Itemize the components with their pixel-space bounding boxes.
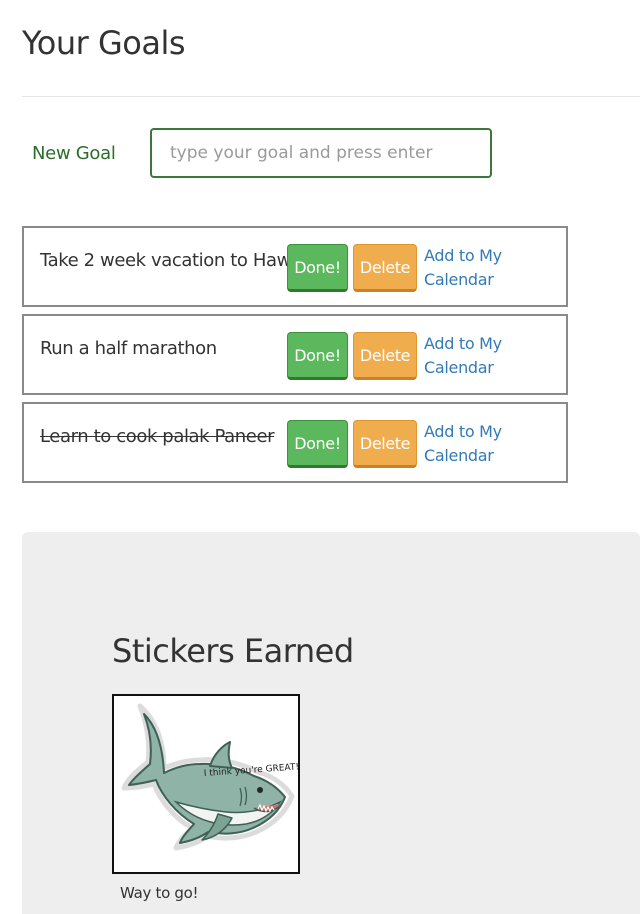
delete-button[interactable]: Delete	[353, 332, 417, 380]
shark-sticker-icon: I think you're GREAT!!	[121, 703, 303, 851]
new-goal-input[interactable]	[150, 128, 492, 178]
stickers-title: Stickers Earned	[112, 632, 354, 670]
goal-row: Learn to cook palak Paneer Done! Delete …	[22, 402, 568, 483]
page-title: Your Goals	[22, 24, 186, 62]
add-to-calendar-link[interactable]: Add to My Calendar	[424, 244, 514, 292]
done-button[interactable]: Done!	[287, 332, 348, 380]
goal-row: Take 2 week vacation to Hawaii Done! Del…	[22, 226, 568, 307]
done-button[interactable]: Done!	[287, 420, 348, 468]
goal-text: Run a half marathon	[40, 338, 217, 359]
sticker-frame: I think you're GREAT!!	[112, 694, 303, 874]
new-goal-label: New Goal	[32, 143, 116, 164]
goal-text: Take 2 week vacation to Hawaii	[40, 250, 311, 271]
title-divider	[22, 96, 640, 97]
delete-button[interactable]: Delete	[353, 244, 417, 292]
sticker-caption: Way to go!	[120, 884, 199, 902]
add-to-calendar-link[interactable]: Add to My Calendar	[424, 420, 514, 468]
add-to-calendar-link[interactable]: Add to My Calendar	[424, 332, 514, 380]
goal-text-completed: Learn to cook palak Paneer	[40, 426, 275, 447]
goals-page: Your Goals New Goal Take 2 week vacation…	[0, 0, 640, 914]
done-button[interactable]: Done!	[287, 244, 348, 292]
delete-button[interactable]: Delete	[353, 420, 417, 468]
goal-row: Run a half marathon Done! Delete Add to …	[22, 314, 568, 395]
